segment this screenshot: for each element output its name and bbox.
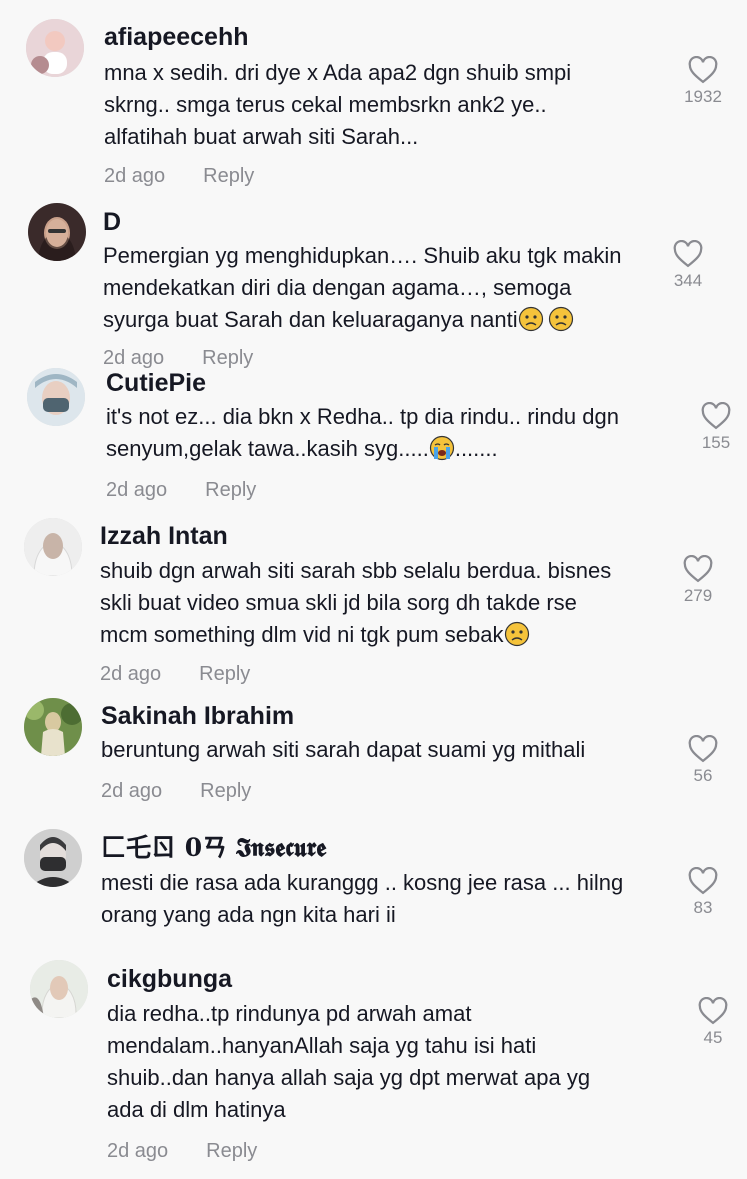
comment-line: skli buat video smua skli jd bila sorg d… bbox=[100, 590, 577, 615]
like-button[interactable]: 56 bbox=[673, 735, 733, 787]
like-count: 83 bbox=[693, 898, 713, 917]
username[interactable]: afiapeecehh bbox=[104, 22, 249, 52]
username[interactable]: Sakinah Ibrahim bbox=[101, 701, 294, 731]
comment-line: alfatihah buat arwah siti Sarah... bbox=[104, 124, 419, 149]
heart-icon bbox=[698, 997, 728, 1025]
comment-item: 匚乇ㄖ 0ㄢ 𝕴𝖓𝖘𝖊𝖈𝖚𝖗𝖊 mesti die rasa ada kuran… bbox=[0, 825, 747, 955]
comment-item: afiapeecehh mna x sedih. dri dye x Ada a… bbox=[0, 0, 747, 195]
like-count: 45 bbox=[703, 1028, 723, 1047]
sad-face-icon bbox=[504, 621, 529, 647]
timestamp: 2d ago bbox=[106, 479, 168, 501]
like-button[interactable]: 344 bbox=[658, 240, 718, 292]
heart-icon bbox=[701, 402, 731, 430]
avatar[interactable] bbox=[24, 829, 82, 887]
reply-button[interactable]: Reply bbox=[199, 663, 250, 685]
comment-meta: 2d ago Reply bbox=[100, 662, 250, 686]
comment-meta: 2d ago Reply bbox=[101, 779, 251, 803]
comment-line: senyum,gelak tawa..kasih syg............ bbox=[106, 435, 498, 461]
comment-item: Sakinah Ibrahim beruntung arwah siti sar… bbox=[0, 695, 747, 825]
like-count: 56 bbox=[693, 766, 713, 785]
timestamp: 2d ago bbox=[100, 663, 162, 685]
comment-line: Pemergian yg menghidupkan…. Shuib aku tg… bbox=[103, 243, 622, 268]
like-count: 155 bbox=[701, 433, 731, 452]
crying-face-icon bbox=[429, 435, 454, 461]
comment-line: skrng.. smga terus cekal membsrkn ank2 y… bbox=[104, 92, 547, 117]
heart-icon bbox=[688, 56, 718, 84]
comment-text: beruntung arwah siti sarah dapat suami y… bbox=[101, 734, 585, 766]
timestamp: 2d ago bbox=[104, 165, 166, 187]
heart-icon bbox=[673, 240, 703, 268]
comment-line: orang yang ada ngn kita hari ii bbox=[101, 902, 396, 927]
comment-line: shuib..dan hanya allah saja yg dpt merwa… bbox=[107, 1065, 591, 1090]
like-count: 344 bbox=[673, 271, 703, 290]
comment-text: mesti die rasa ada kuranggg .. kosng jee… bbox=[101, 867, 623, 931]
like-button[interactable]: 155 bbox=[686, 402, 746, 454]
comment-line: mcm something dlm vid ni tgk pum sebak bbox=[100, 619, 611, 651]
comment-line: dia redha..tp rindunya pd arwah amat bbox=[107, 1001, 472, 1026]
timestamp: 2d ago bbox=[101, 780, 163, 802]
comment-line: mna x sedih. dri dye x Ada apa2 dgn shui… bbox=[104, 60, 572, 85]
comment-item: Izzah Intan shuib dgn arwah siti sarah s… bbox=[0, 515, 747, 695]
like-count: 1932 bbox=[684, 87, 722, 106]
comment-text: it's not ez... dia bkn x Redha.. tp dia … bbox=[106, 401, 619, 465]
comment-meta: 2d ago Reply bbox=[106, 478, 256, 502]
comment-meta: 2d ago Reply bbox=[104, 164, 254, 188]
comment-item: D Pemergian yg menghidupkan…. Shuib aku … bbox=[0, 195, 747, 369]
avatar[interactable] bbox=[24, 518, 82, 576]
comment-text: mna x sedih. dri dye x Ada apa2 dgn shui… bbox=[104, 57, 571, 153]
comment-meta: 2d ago Reply bbox=[107, 1139, 257, 1163]
like-count: 279 bbox=[683, 586, 713, 605]
reply-button[interactable]: Reply bbox=[200, 780, 251, 802]
comment-text: shuib dgn arwah siti sarah sbb selalu be… bbox=[100, 555, 611, 651]
timestamp: 2d ago bbox=[107, 1140, 169, 1162]
avatar[interactable] bbox=[28, 203, 86, 261]
comment-line: shuib dgn arwah siti sarah sbb selalu be… bbox=[100, 558, 612, 583]
comment-item: CutiePie it's not ez... dia bkn x Redha.… bbox=[0, 365, 747, 515]
comment-text: Pemergian yg menghidupkan…. Shuib aku tg… bbox=[103, 240, 622, 336]
username[interactable]: Izzah Intan bbox=[100, 521, 228, 551]
comment-line: it's not ez... dia bkn x Redha.. tp dia … bbox=[106, 404, 619, 429]
heart-icon bbox=[688, 867, 718, 895]
sad-face-icon bbox=[518, 306, 543, 332]
comment-line: mesti die rasa ada kuranggg .. kosng jee… bbox=[101, 870, 624, 895]
like-button[interactable]: 1932 bbox=[673, 56, 733, 108]
heart-icon bbox=[683, 555, 713, 583]
comment-line: mendalam..hanyanAllah saja yg tahu isi h… bbox=[107, 1033, 537, 1058]
username[interactable]: D bbox=[103, 207, 121, 237]
reply-button[interactable]: Reply bbox=[205, 479, 256, 501]
username[interactable]: cikgbunga bbox=[107, 964, 232, 994]
like-button[interactable]: 45 bbox=[683, 997, 743, 1049]
username[interactable]: 匚乇ㄖ 0ㄢ 𝕴𝖓𝖘𝖊𝖈𝖚𝖗𝖊 bbox=[101, 833, 326, 863]
avatar[interactable] bbox=[30, 960, 88, 1018]
heart-icon bbox=[688, 735, 718, 763]
avatar[interactable] bbox=[24, 698, 82, 756]
like-button[interactable]: 83 bbox=[673, 867, 733, 919]
comment-line: beruntung arwah siti sarah dapat suami y… bbox=[101, 737, 586, 762]
avatar[interactable] bbox=[27, 368, 85, 426]
sad-face-icon bbox=[548, 306, 573, 332]
comment-list: afiapeecehh mna x sedih. dri dye x Ada a… bbox=[0, 0, 747, 1179]
username[interactable]: CutiePie bbox=[106, 368, 206, 398]
like-button[interactable]: 279 bbox=[668, 555, 728, 607]
avatar[interactable] bbox=[26, 19, 84, 77]
comment-item: cikgbunga dia redha..tp rindunya pd arwa… bbox=[0, 955, 747, 1179]
reply-button[interactable]: Reply bbox=[203, 165, 254, 187]
comment-text: dia redha..tp rindunya pd arwah amat men… bbox=[107, 998, 590, 1126]
reply-button[interactable]: Reply bbox=[206, 1140, 257, 1162]
comment-line: ada di dlm hatinya bbox=[107, 1097, 286, 1122]
comment-line: syurga buat Sarah dan keluaraganya nanti bbox=[103, 304, 622, 336]
comment-line: mendekatkan diri dia dengan agama…, semo… bbox=[103, 275, 572, 300]
